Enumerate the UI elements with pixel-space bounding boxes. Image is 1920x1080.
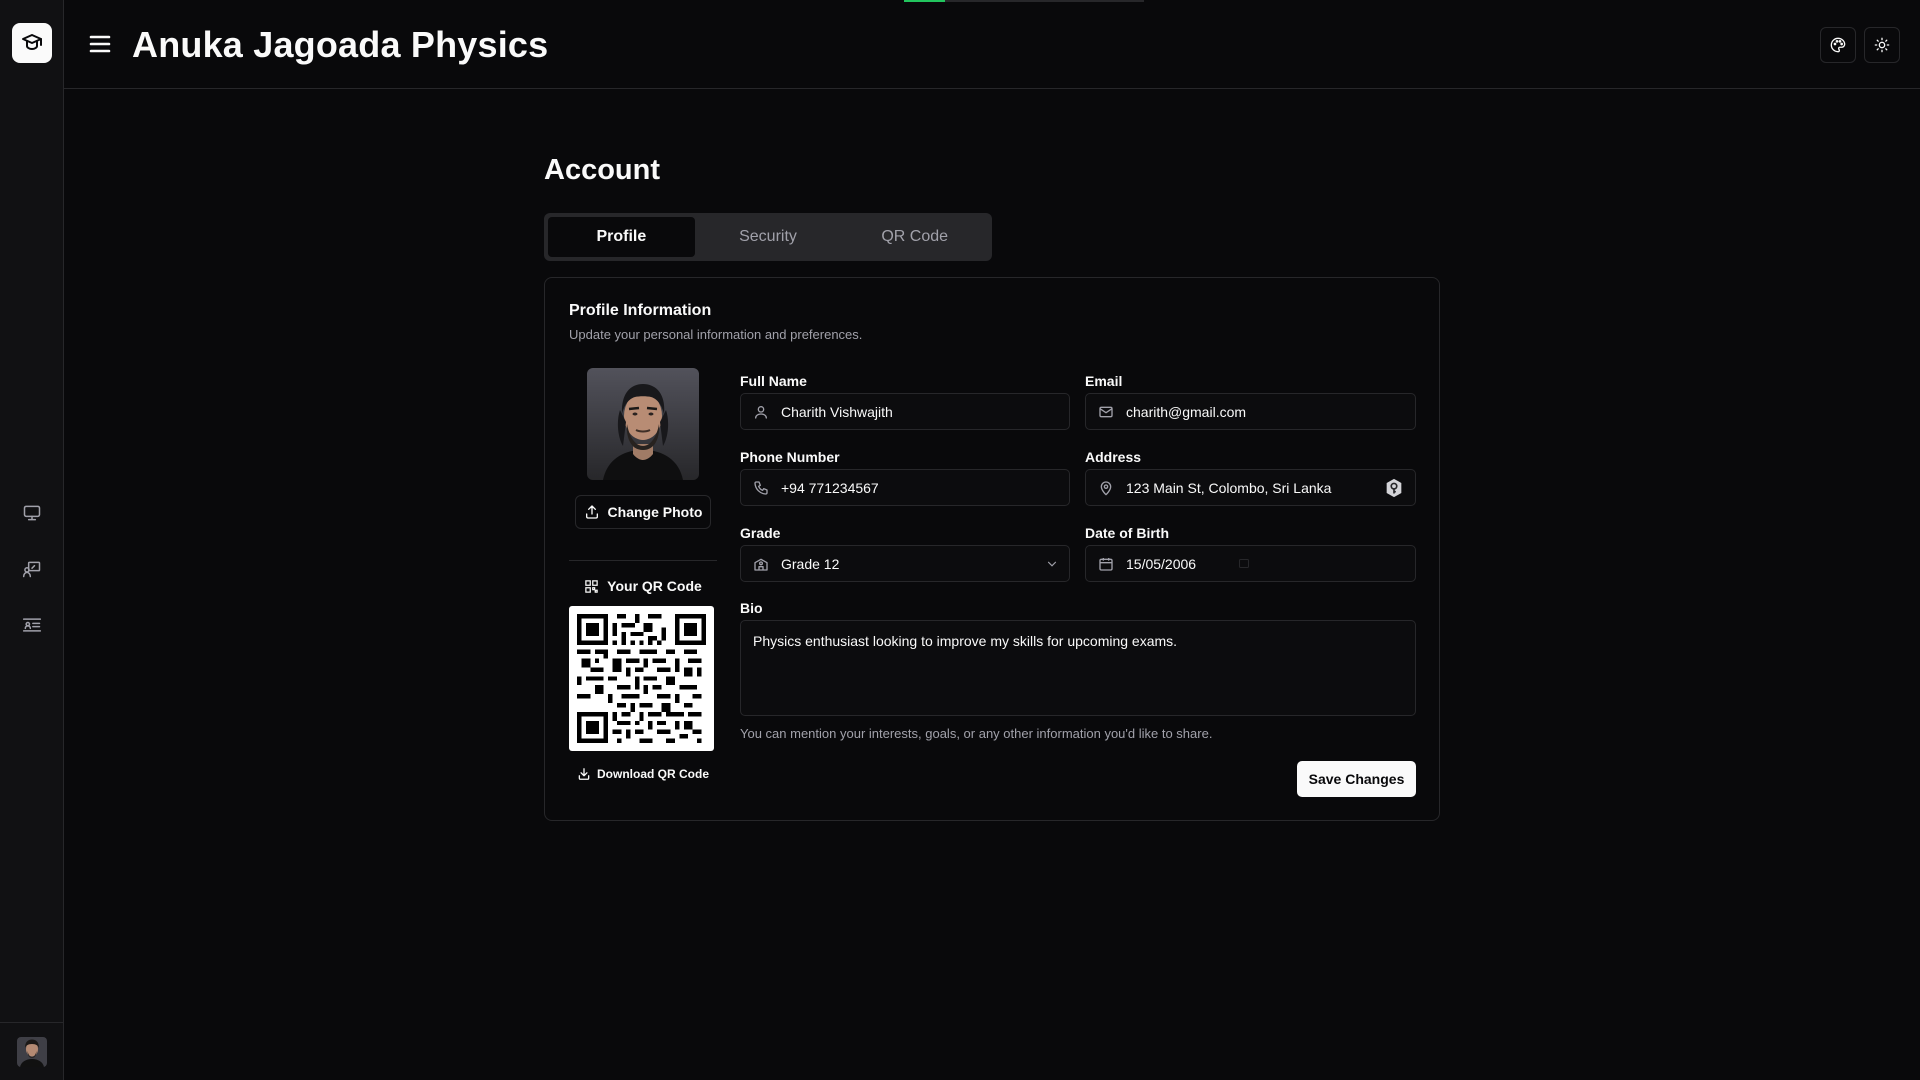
app-title: Anuka Jagoada Physics xyxy=(132,24,549,65)
menu-button[interactable] xyxy=(84,28,116,60)
account-tabs: Profile Security QR Code xyxy=(544,213,992,261)
card-description: Update your personal information and pre… xyxy=(569,327,863,342)
address-field[interactable]: 123 Main St, Colombo, Sri Lanka xyxy=(1085,469,1416,506)
upload-icon xyxy=(585,505,598,519)
address-label: Address xyxy=(1085,449,1142,465)
monitor-icon xyxy=(23,505,41,521)
full-name-value: Charith Vishwajith xyxy=(781,403,893,420)
phone-label: Phone Number xyxy=(740,449,840,465)
sun-icon xyxy=(1874,37,1890,53)
sidebar-item-users-list[interactable] xyxy=(0,597,64,653)
app-root: Anuka Jagoada Physics Account Profile Se… xyxy=(0,0,1920,1080)
theme-toggle-button[interactable] xyxy=(1864,27,1900,63)
theme-palette-button[interactable] xyxy=(1820,27,1856,63)
bio-label: Bio xyxy=(740,600,763,616)
user-avatar[interactable] xyxy=(17,1036,47,1067)
password-manager-button[interactable] xyxy=(1383,477,1405,499)
calendar-icon xyxy=(1099,557,1113,571)
bio-help-text: You can mention your interests, goals, o… xyxy=(740,726,1213,741)
bio-textarea[interactable]: Physics enthusiast looking to improve my… xyxy=(740,620,1416,716)
mail-icon xyxy=(1099,406,1113,417)
user-icon xyxy=(755,405,767,419)
tab-security[interactable]: Security xyxy=(695,217,842,257)
qr-section-title: Your QR Code xyxy=(569,578,717,594)
phone-value: +94 771234567 xyxy=(781,479,879,496)
full-name-field[interactable]: Charith Vishwajith xyxy=(740,393,1070,430)
dob-field[interactable]: 15/05/2006 xyxy=(1085,545,1416,582)
app-logo[interactable] xyxy=(12,23,52,63)
tab-qr-code[interactable]: QR Code xyxy=(841,217,988,257)
top-actions xyxy=(1820,27,1900,63)
save-changes-button[interactable]: Save Changes xyxy=(1297,761,1416,797)
tab-profile[interactable]: Profile xyxy=(548,217,695,257)
download-icon xyxy=(578,768,590,780)
school-icon xyxy=(754,558,768,571)
profile-card: Profile Information Update your personal… xyxy=(544,277,1440,821)
grade-label: Grade xyxy=(740,525,781,541)
sidebar xyxy=(0,0,64,1080)
page-progress-fill xyxy=(904,0,945,2)
sidebar-item-presentation[interactable] xyxy=(0,541,64,597)
presentation-icon xyxy=(22,561,41,578)
dob-value: 15/05/2006 xyxy=(1126,555,1197,572)
card-title: Profile Information xyxy=(569,302,712,319)
sidebar-nav xyxy=(0,485,64,653)
palette-icon xyxy=(1830,37,1846,53)
qr-code-image xyxy=(569,606,714,751)
change-photo-label: Change Photo xyxy=(607,504,703,520)
email-label: Email xyxy=(1085,373,1123,389)
download-qr-button[interactable]: Download QR Code xyxy=(569,767,717,781)
phone-icon xyxy=(754,480,768,495)
chevron-down-icon xyxy=(1045,557,1059,571)
hamburger-menu-icon xyxy=(89,35,111,53)
graduation-cap-icon xyxy=(22,34,42,50)
page-progress-bar xyxy=(904,0,1144,2)
grade-select[interactable]: Grade 12 xyxy=(740,545,1070,582)
qr-title-label: Your QR Code xyxy=(607,578,702,594)
address-value: 123 Main St, Colombo, Sri Lanka xyxy=(1126,479,1332,496)
email-field[interactable]: charith@gmail.com xyxy=(1085,393,1416,430)
sidebar-footer xyxy=(0,1022,64,1080)
map-pin-icon xyxy=(1100,480,1112,495)
date-picker-icon[interactable] xyxy=(1238,556,1250,572)
phone-field[interactable]: +94 771234567 xyxy=(740,469,1070,506)
qr-code-icon xyxy=(585,579,598,593)
dob-label: Date of Birth xyxy=(1085,525,1169,541)
profile-photo xyxy=(587,368,699,480)
page-title: Account xyxy=(544,154,660,186)
change-photo-button[interactable]: Change Photo xyxy=(575,495,711,529)
sidebar-item-monitor[interactable] xyxy=(0,485,64,541)
email-value: charith@gmail.com xyxy=(1126,403,1247,420)
key-shield-icon xyxy=(1386,478,1402,497)
users-list-icon xyxy=(22,618,42,632)
full-name-label: Full Name xyxy=(740,373,807,389)
divider xyxy=(569,560,717,561)
top-bar: Anuka Jagoada Physics xyxy=(64,0,1920,89)
grade-value: Grade 12 xyxy=(781,555,840,572)
download-qr-label: Download QR Code xyxy=(597,767,709,781)
